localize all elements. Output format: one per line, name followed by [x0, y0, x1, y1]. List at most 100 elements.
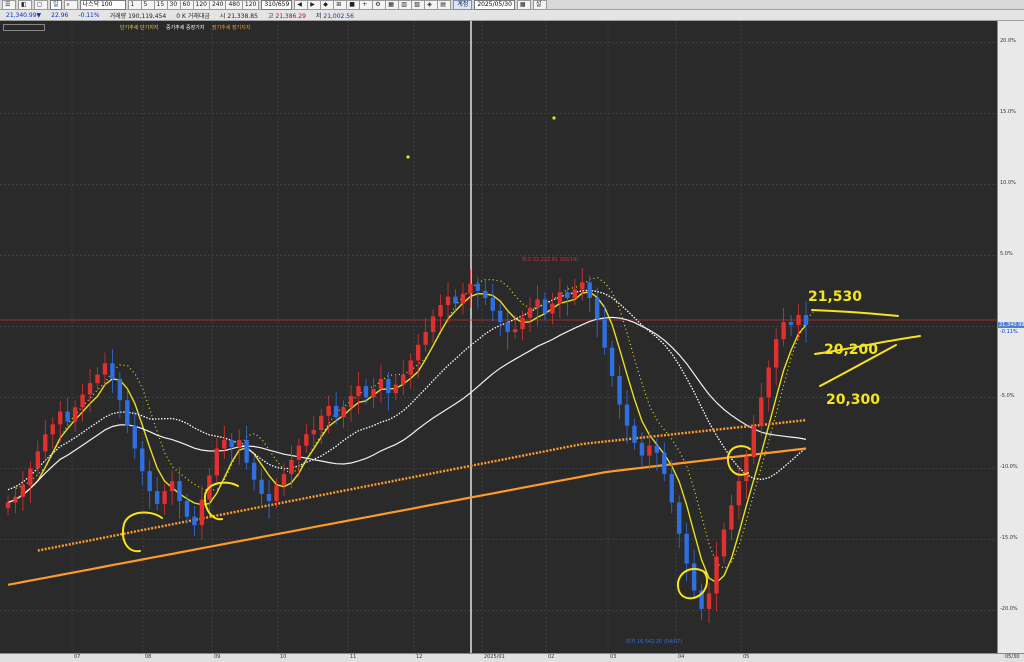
candle-body	[363, 385, 369, 398]
calendar-icon[interactable]: ▦	[516, 0, 531, 10]
candle-body	[647, 445, 652, 456]
y-tick-label: -20.0%	[1000, 606, 1018, 613]
interval-button[interactable]: 120	[241, 0, 260, 10]
count-display[interactable]: 310/659	[261, 0, 293, 10]
interval-button[interactable]: 60	[179, 0, 193, 10]
candle-body	[259, 479, 264, 494]
candle-body	[654, 445, 660, 453]
y-tick-label: 15.0%	[1000, 109, 1016, 116]
plus-icon[interactable]: +	[359, 0, 373, 10]
candle-body	[736, 481, 742, 506]
diamond-icon[interactable]: ◆	[320, 0, 334, 10]
candle-body	[669, 474, 674, 503]
candle-body	[602, 319, 607, 348]
chart-icon[interactable]: ▥	[398, 0, 412, 10]
candle-body	[162, 491, 167, 504]
table-icon[interactable]: ▦	[385, 0, 399, 10]
hand-text: 20,200	[824, 342, 878, 358]
corner-box	[3, 24, 45, 31]
stop-icon[interactable]: ■	[346, 0, 360, 10]
price-chart[interactable]: 최고 22,222.61 (02/19) 최저 16,542.20 (04/07)…	[0, 21, 997, 653]
interval-button[interactable]: 5	[140, 0, 154, 10]
candle-body	[565, 292, 570, 298]
candle-body	[341, 407, 346, 418]
high-annotation: 최고 22,222.61 (02/19)	[522, 256, 578, 263]
candle-body	[214, 448, 220, 476]
candle-body	[87, 383, 93, 395]
candle-body	[408, 360, 413, 375]
grid-icon[interactable]: ⊞	[333, 0, 347, 10]
candle-body	[50, 424, 55, 435]
candle-body	[386, 378, 391, 394]
account-button[interactable]: 계정	[453, 0, 473, 10]
candle-body	[520, 317, 525, 330]
candle-body	[184, 501, 190, 517]
candle-body	[580, 282, 585, 290]
interval-button[interactable]: 1	[127, 0, 141, 10]
candle-body	[177, 481, 182, 502]
marker-dot	[552, 116, 556, 120]
candle-body	[609, 347, 615, 377]
candle-body	[289, 459, 294, 475]
candle-body	[393, 384, 399, 394]
open-value: 21,338.85	[227, 12, 258, 20]
change-value: 22.96	[51, 11, 69, 19]
candle-body	[199, 499, 205, 526]
candle-body	[222, 439, 227, 449]
quote-bar: 21,340.99▼ 22.96 -0.11% 거래량 190,119,454 …	[0, 10, 1024, 21]
candle-body	[28, 468, 33, 486]
symbol-search-icon[interactable]: ⌕	[63, 0, 78, 10]
candle-body	[132, 425, 137, 449]
price-label-pct: -0.11%	[1000, 329, 1018, 336]
x-tick-label: 11	[350, 654, 357, 660]
candle-body	[706, 593, 712, 609]
candle-body	[147, 471, 152, 492]
candle-body	[43, 434, 48, 452]
candle-body	[617, 376, 622, 405]
gear-icon[interactable]: ⚙	[372, 0, 386, 10]
candle-body	[20, 485, 26, 497]
hand-text: 21,530	[808, 289, 862, 305]
indicator-icon[interactable]: ◈	[424, 0, 438, 10]
candle-body	[542, 299, 548, 314]
legend-mid: 중기추세 중장기지	[165, 25, 205, 31]
candle-body	[251, 462, 257, 480]
list-icon[interactable]: ▤	[437, 0, 452, 10]
symbol-input[interactable]: 나스닥 100	[79, 0, 126, 10]
candle-body	[766, 367, 771, 398]
next-icon[interactable]: ▶	[307, 0, 321, 10]
menu-icon[interactable]: ☰	[2, 0, 16, 10]
settings-button[interactable]: 설	[532, 0, 547, 10]
candle-body	[95, 374, 100, 384]
period-select[interactable]: 일	[50, 0, 62, 10]
interval-button[interactable]: 480	[225, 0, 242, 10]
candle-body	[483, 290, 488, 298]
interval-button[interactable]: 30	[166, 0, 180, 10]
y-axis[interactable]: 20.0% 15.0% 10.0% 5.0% -5.0% -10.0% -15.0% -20.…	[997, 21, 1024, 653]
candle-body	[423, 332, 428, 345]
legend-short: 단기추세 단기지지	[120, 25, 159, 31]
price-label: 21,340.99	[998, 322, 1024, 329]
candle-body	[557, 292, 563, 304]
candle-body	[72, 407, 78, 422]
interval-button[interactable]: 120	[192, 0, 209, 10]
candle-body	[319, 415, 324, 431]
candle-body	[759, 397, 764, 426]
date-input[interactable]: 2025/05/30	[474, 0, 515, 10]
window-icon[interactable]: ◻	[34, 0, 48, 10]
interval-button[interactable]: 240	[208, 0, 226, 10]
layout-icon[interactable]: ◧	[18, 0, 32, 10]
interval-button[interactable]: 15	[153, 0, 167, 10]
candle-body	[475, 283, 481, 291]
candle-body	[796, 314, 801, 325]
y-tick-label: 20.0%	[1000, 38, 1016, 45]
candle-body	[453, 296, 458, 304]
candle-body	[348, 395, 354, 408]
x-tick-label: 08	[145, 654, 152, 660]
prev-icon[interactable]: ◀	[294, 0, 308, 10]
candle-body	[691, 563, 697, 591]
candle-body	[572, 289, 578, 298]
candle-body	[192, 516, 197, 526]
layers-icon[interactable]: ▧	[411, 0, 425, 10]
x-tick-label: 10	[280, 654, 287, 660]
